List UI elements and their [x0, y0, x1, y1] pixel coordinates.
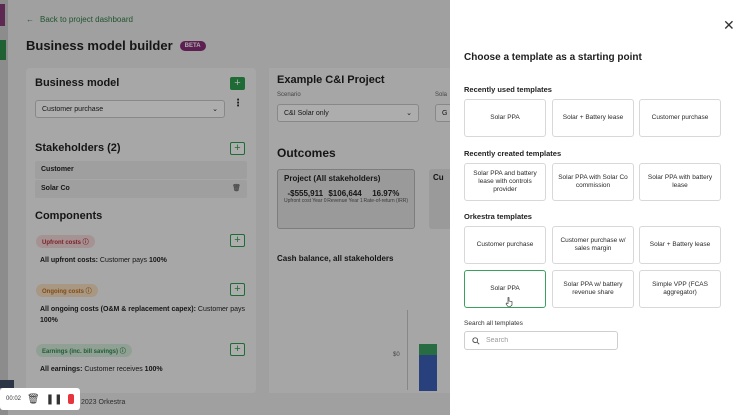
trash-icon[interactable]: 🗑	[27, 394, 40, 405]
search-label: Search all templates	[464, 320, 523, 327]
template-ppa-battery-controls[interactable]: Solar PPA and battery lease with control…	[464, 163, 546, 201]
recently-created-label: Recently created templates	[464, 149, 562, 158]
template-customer-purchase-margin[interactable]: Customer purchase w/ sales margin	[552, 226, 634, 264]
orkestra-templates-label: Orkestra templates	[464, 212, 532, 221]
template-ppa-battery-revenue-share[interactable]: Solar PPA w/ battery revenue share	[552, 270, 634, 308]
template-ppa-solar-co-commission[interactable]: Solar PPA with Solar Co commission	[552, 163, 634, 201]
close-icon[interactable]: ✕	[723, 18, 735, 32]
template-solar-battery-lease[interactable]: Solar + Battery lease	[552, 99, 634, 137]
search-input[interactable]	[486, 337, 606, 344]
template-solar-ppa[interactable]: Solar PPA	[464, 99, 546, 137]
template-solar-battery-lease[interactable]: Solar + Battery lease	[639, 226, 721, 264]
modal-backdrop[interactable]	[0, 0, 450, 415]
hand-cursor-icon	[505, 297, 513, 307]
template-customer-purchase[interactable]: Customer purchase	[464, 226, 546, 264]
stop-icon[interactable]	[68, 394, 74, 404]
drawer-title: Choose a template as a starting point	[464, 52, 642, 63]
recorder-edge	[0, 380, 14, 388]
screen-recorder-bar: 00:02 🗑 ❚❚	[0, 388, 80, 410]
template-ppa-battery-lease[interactable]: Solar PPA with battery lease	[639, 163, 721, 201]
pause-icon[interactable]: ❚❚	[46, 394, 63, 405]
template-customer-purchase[interactable]: Customer purchase	[639, 99, 721, 137]
recorder-time: 00:02	[6, 396, 22, 402]
template-simple-vpp[interactable]: Simple VPP (FCAS aggregator)	[639, 270, 721, 308]
search-field[interactable]	[464, 331, 618, 350]
recently-used-label: Recently used templates	[464, 85, 552, 94]
search-icon	[472, 336, 480, 345]
